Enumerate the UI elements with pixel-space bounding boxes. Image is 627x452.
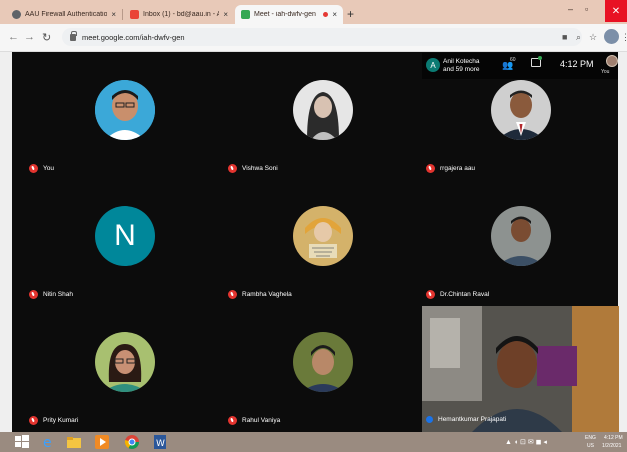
svg-text:e: e: [43, 435, 52, 450]
participant-name-row: Rahul Vaniya: [228, 416, 280, 425]
participant-name-row: Nitin Shah: [29, 290, 73, 299]
participant-name-row: Dr.Chintan Raval: [426, 290, 489, 299]
browser-toolbar: ← → ↻ meet.google.com/iah-dwfv-gen ■ ⌕ ☆…: [0, 24, 627, 52]
participant-avatar: [293, 80, 353, 140]
lock-icon: [70, 30, 77, 41]
windows-taskbar: e W ▲ ◖ ⊡ ✉ ◼ ◂ ENG US 4:12 PM 1/2/2021: [0, 432, 627, 452]
language-indicator[interactable]: ENG: [585, 435, 596, 441]
zoom-icon[interactable]: ⌕: [576, 32, 581, 43]
media-player-icon[interactable]: [94, 434, 110, 450]
tab-meet[interactable]: Meet - iah-dwfv-gen ×: [235, 5, 343, 24]
recording-dot-icon: [323, 12, 329, 17]
self-view-thumbnail[interactable]: [606, 55, 618, 67]
firewall-favicon-icon: [12, 10, 21, 19]
participant-video-tile[interactable]: [422, 306, 619, 432]
meeting-clock: 4:12 PM: [560, 59, 594, 69]
windows-start-icon[interactable]: [14, 434, 30, 450]
host-info: Anil Kotecha and 59 more: [443, 58, 480, 73]
host-avatar: A: [426, 58, 440, 72]
tab-inbox[interactable]: Inbox (1) - bd@aau.in - Anand A ×: [124, 5, 234, 24]
participant-name-row: Vishwa Soni: [228, 164, 278, 173]
participant-name-row: You: [29, 164, 54, 173]
file-explorer-icon[interactable]: [66, 434, 82, 450]
audio-wave-icon: [426, 416, 433, 423]
mic-muted-icon: [228, 290, 237, 299]
people-count: 60: [510, 57, 516, 63]
system-tray-icons[interactable]: ▲ ◖ ⊡ ✉ ◼ ◂: [505, 438, 547, 446]
tab-close-icon[interactable]: ×: [111, 10, 116, 19]
mic-muted-icon: [426, 290, 435, 299]
mic-muted-icon: [228, 164, 237, 173]
mic-muted-icon: [426, 164, 435, 173]
gmail-favicon-icon: [130, 10, 139, 19]
svg-text:W: W: [156, 439, 165, 449]
maximize-icon[interactable]: ▫: [585, 4, 588, 14]
participant-avatar: [293, 206, 353, 266]
participant-avatar: [491, 80, 551, 140]
back-icon[interactable]: ←: [8, 31, 19, 43]
profile-avatar[interactable]: [604, 29, 619, 44]
reload-icon[interactable]: ↻: [42, 31, 51, 44]
mic-muted-icon: [29, 416, 38, 425]
chat-notification-dot: [538, 56, 542, 60]
participant-avatar: [491, 206, 551, 266]
participant-name-row: Rambha Vaghela: [228, 290, 292, 299]
minimize-icon[interactable]: –: [568, 4, 573, 14]
mic-muted-icon: [29, 290, 38, 299]
participant-avatar: [95, 80, 155, 140]
participant-name-row: Prity Kumari: [29, 416, 78, 425]
mic-muted-icon: [29, 164, 38, 173]
meet-favicon-icon: [241, 10, 250, 19]
menu-icon[interactable]: ⋮: [621, 32, 627, 43]
word-icon[interactable]: W: [152, 434, 168, 450]
camera-icon[interactable]: ■: [562, 32, 567, 42]
forward-icon[interactable]: →: [24, 31, 35, 43]
participant-name-row: Hemantkumar Prajapati: [426, 416, 506, 423]
participant-avatar: [95, 332, 155, 392]
internet-explorer-icon[interactable]: e: [40, 434, 56, 451]
participant-avatar: [293, 332, 353, 392]
participant-name-row: rrgajera aau: [426, 164, 475, 173]
taskbar-date: 1/2/2021: [602, 443, 622, 449]
tab-close-icon[interactable]: ×: [223, 10, 228, 19]
tab-close-icon[interactable]: ×: [332, 10, 337, 19]
self-view-label: You: [601, 69, 610, 75]
participant-letter-avatar: N: [95, 206, 155, 266]
bookmark-star-icon[interactable]: ☆: [589, 32, 597, 43]
chrome-icon[interactable]: [124, 434, 140, 450]
close-window-icon[interactable]: ✕: [605, 0, 627, 22]
tab-firewall[interactable]: AAU Firewall Authentication Ke ×: [6, 5, 122, 24]
address-bar[interactable]: meet.google.com/iah-dwfv-gen: [62, 28, 582, 46]
new-tab-button[interactable]: +: [347, 7, 354, 21]
tab-strip: AAU Firewall Authentication Ke × Inbox (…: [0, 0, 627, 24]
taskbar-clock[interactable]: 4:12 PM: [604, 435, 623, 441]
mic-muted-icon: [228, 416, 237, 425]
